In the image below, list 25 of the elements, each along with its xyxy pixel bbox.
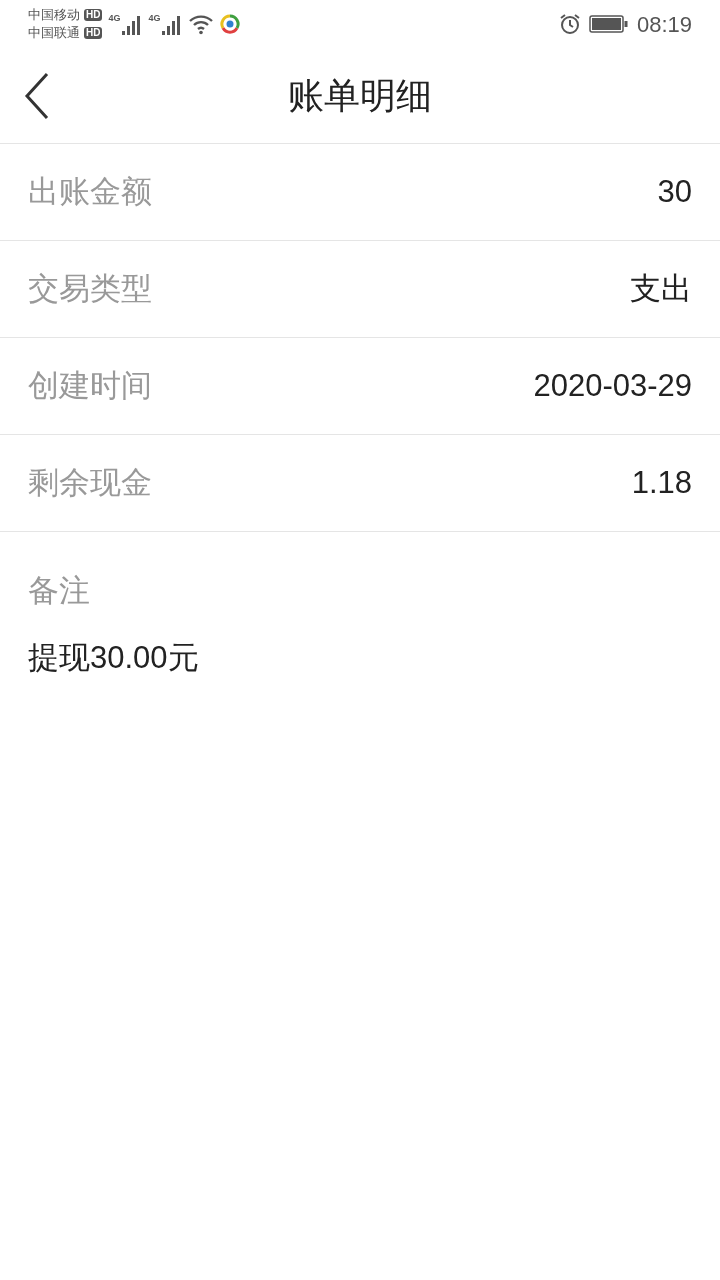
field-label: 交易类型 bbox=[28, 269, 152, 308]
signal-icon bbox=[160, 14, 183, 36]
field-value: 2020-03-29 bbox=[533, 366, 692, 405]
network-type-label: 4G bbox=[108, 14, 121, 23]
note-label: 备注 bbox=[28, 572, 91, 610]
network-type-label: 4G bbox=[148, 14, 161, 23]
field-label: 剩余现金 bbox=[28, 463, 152, 502]
field-label: 创建时间 bbox=[28, 366, 152, 405]
field-label: 出账金额 bbox=[28, 172, 152, 211]
carrier-name: 中国移动 bbox=[28, 7, 80, 23]
battery-icon bbox=[588, 14, 629, 34]
clock-time: 08:19 bbox=[636, 10, 692, 39]
field-value: 1.18 bbox=[631, 463, 692, 502]
field-value: 30 bbox=[657, 172, 692, 211]
carrier-name: 中国联通 bbox=[28, 25, 80, 41]
page-title: 账单明细 bbox=[288, 73, 432, 118]
back-icon bbox=[23, 72, 49, 120]
app-logo-icon bbox=[220, 14, 241, 34]
signal-icon bbox=[120, 14, 143, 36]
hd-badge: HD bbox=[84, 9, 103, 21]
wifi-icon bbox=[188, 13, 215, 35]
field-value: 支出 bbox=[630, 269, 692, 308]
alarm-icon bbox=[558, 13, 581, 35]
note-text: 提现30.00元 bbox=[28, 638, 200, 677]
hd-badge: HD bbox=[84, 27, 103, 39]
